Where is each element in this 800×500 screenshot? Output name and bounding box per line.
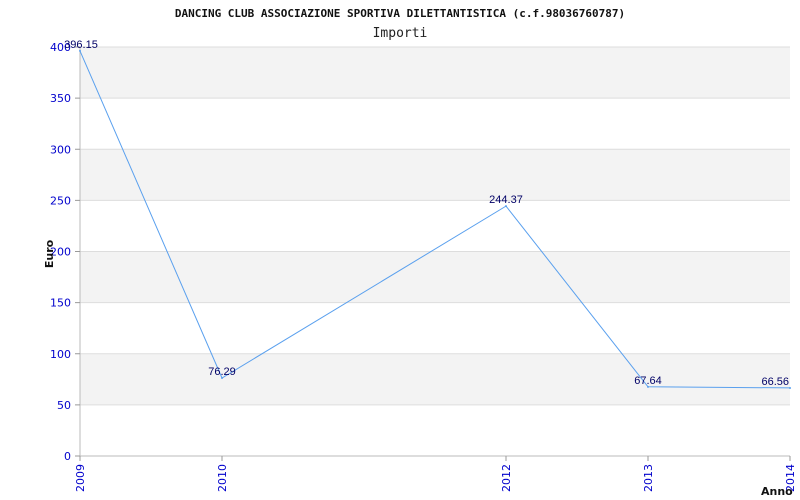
chart: 050100150200250300350400 2009 2010 2012 201… xyxy=(43,7,797,498)
x-tick-label: 2012 xyxy=(500,464,513,492)
x-axis-ticks: 2009 2010 2012 2013 2014 xyxy=(74,456,797,492)
y-tick-label: 50 xyxy=(57,399,71,412)
y-tick-label: 350 xyxy=(50,92,71,105)
x-axis-label: Anno xyxy=(761,485,793,498)
plot-band xyxy=(80,47,790,99)
data-label: 67.64 xyxy=(634,375,662,387)
x-tick-label: 2013 xyxy=(642,464,655,492)
data-label: 396.15 xyxy=(64,39,98,51)
plot-band xyxy=(80,302,790,354)
plot-band xyxy=(80,200,790,252)
data-label: 76.29 xyxy=(208,366,236,378)
plot-band xyxy=(80,251,790,303)
data-label: 66.56 xyxy=(761,376,789,388)
data-label: 244.37 xyxy=(489,194,523,206)
data-point xyxy=(789,386,791,389)
x-tick-label: 2010 xyxy=(216,464,229,492)
y-tick-label: 300 xyxy=(50,143,71,156)
plot-band xyxy=(80,353,790,405)
plot-band xyxy=(80,149,790,201)
y-axis-label: Euro xyxy=(43,239,56,268)
chart-title: DANCING CLUB ASSOCIAZIONE SPORTIVA DILET… xyxy=(175,7,625,20)
chart-subtitle: Importi xyxy=(373,26,428,41)
x-tick-label: 2009 xyxy=(74,464,87,492)
y-tick-label: 0 xyxy=(64,450,71,463)
plot-band xyxy=(80,98,790,150)
y-tick-label: 100 xyxy=(50,348,71,361)
plot-band xyxy=(80,404,790,456)
y-tick-label: 150 xyxy=(50,297,71,310)
y-tick-label: 250 xyxy=(50,194,71,207)
